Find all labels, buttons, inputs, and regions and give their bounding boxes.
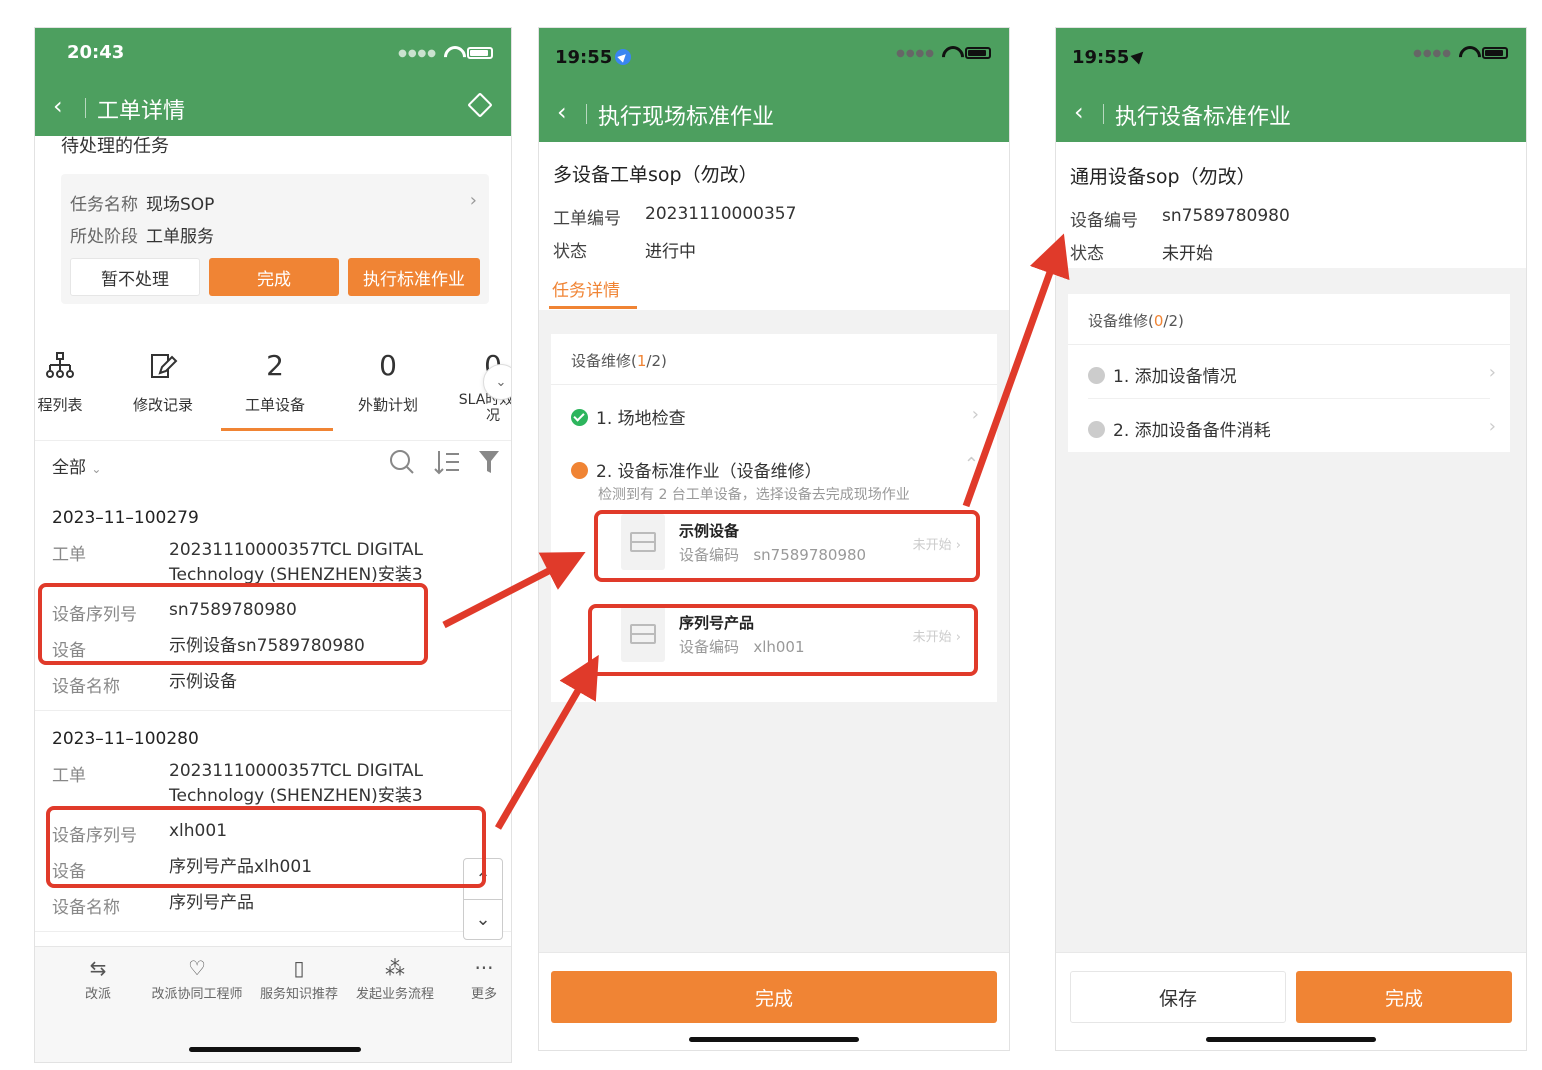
arrow-to-device-1 xyxy=(442,551,586,629)
arrow-to-device-2 xyxy=(494,654,599,830)
arrow-to-device-sop xyxy=(962,233,1070,508)
annotation-arrows xyxy=(442,233,1070,830)
